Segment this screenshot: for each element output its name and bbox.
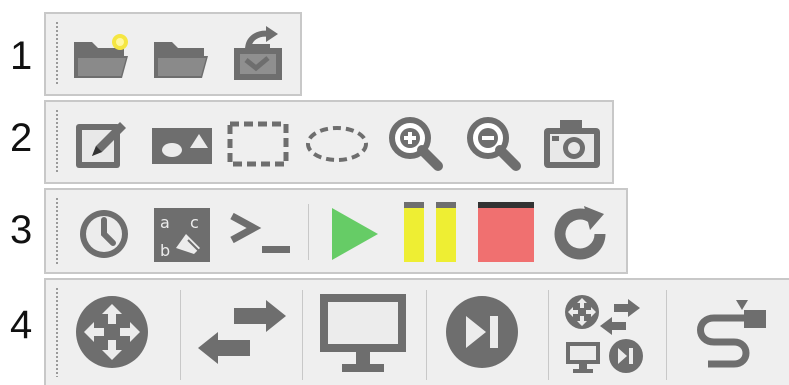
zoom-in-icon: [389, 117, 443, 171]
row-label-1: 1: [10, 34, 33, 78]
open-project-button[interactable]: [150, 28, 214, 84]
start-button[interactable]: [326, 204, 386, 264]
suspend-button[interactable]: [402, 200, 462, 264]
toolbar-grip-handle[interactable]: [56, 288, 58, 377]
add-link-button[interactable]: [686, 290, 776, 376]
toolbar-separator: [302, 290, 303, 380]
row-label-4: 4: [10, 303, 33, 347]
screenshot-button[interactable]: [540, 114, 604, 174]
cable-icon: [697, 300, 766, 368]
new-folder-icon: [74, 34, 128, 78]
toolbar-grip-handle[interactable]: [56, 198, 58, 264]
toolbar-separator: [180, 290, 181, 380]
routers-button[interactable]: [72, 292, 152, 372]
insert-picture-button[interactable]: [150, 120, 214, 170]
add-note-button[interactable]: [72, 116, 132, 172]
draw-ellipse-button[interactable]: [304, 120, 370, 168]
draw-rectangle-button[interactable]: [226, 118, 290, 170]
switches-button[interactable]: [194, 300, 290, 370]
stop-icon: [478, 202, 534, 262]
new-project-button[interactable]: [70, 28, 134, 84]
toolbar-grip-handle[interactable]: [56, 110, 58, 174]
toolbar-separator: [548, 290, 549, 380]
reload-icon: [554, 206, 606, 260]
all-devices-icon: [565, 295, 643, 373]
security-device-icon: [446, 296, 518, 368]
zoom-in-button[interactable]: [386, 114, 446, 174]
zoom-out-icon: [467, 117, 521, 171]
router-icon: [76, 296, 148, 368]
svg-text:b: b: [160, 241, 170, 260]
toolbar-grip-handle[interactable]: [56, 22, 58, 86]
interface-labels-icon: a c b: [154, 208, 210, 262]
import-appliance-button[interactable]: [226, 24, 290, 86]
toolbar-separator: [308, 204, 309, 260]
zoom-out-button[interactable]: [464, 114, 524, 174]
ellipse-icon: [306, 126, 368, 162]
note-icon: [76, 122, 126, 168]
svg-text:c: c: [190, 213, 199, 232]
row-label-2: 2: [10, 116, 33, 160]
monitor-icon: [320, 294, 406, 372]
stop-button[interactable]: [476, 200, 536, 264]
reload-button[interactable]: [552, 204, 612, 264]
snapshot-button[interactable]: [74, 204, 134, 264]
console-button[interactable]: [226, 208, 294, 260]
import-tray-icon: [234, 26, 282, 80]
pause-icon: [404, 202, 456, 262]
edit-toolbar: [44, 100, 614, 184]
show-interface-labels-button[interactable]: a c b: [150, 204, 214, 266]
picture-icon: [152, 128, 212, 164]
toolbar-separator: [666, 290, 667, 380]
console-icon: [230, 212, 290, 253]
open-folder-icon: [154, 42, 208, 78]
file-toolbar: [44, 12, 302, 96]
svg-text:a: a: [160, 213, 170, 232]
switch-icon: [198, 300, 286, 364]
control-toolbar: a c b: [44, 188, 628, 274]
toolbar-separator: [426, 290, 427, 380]
end-devices-button[interactable]: [318, 292, 408, 378]
row-label-3: 3: [10, 208, 33, 252]
camera-icon: [544, 120, 600, 168]
security-devices-button[interactable]: [442, 292, 522, 372]
all-devices-button[interactable]: [564, 292, 644, 376]
rectangle-icon: [227, 121, 289, 167]
clock-icon: [80, 210, 128, 258]
play-icon: [332, 208, 378, 260]
devices-toolbar: [44, 278, 789, 385]
